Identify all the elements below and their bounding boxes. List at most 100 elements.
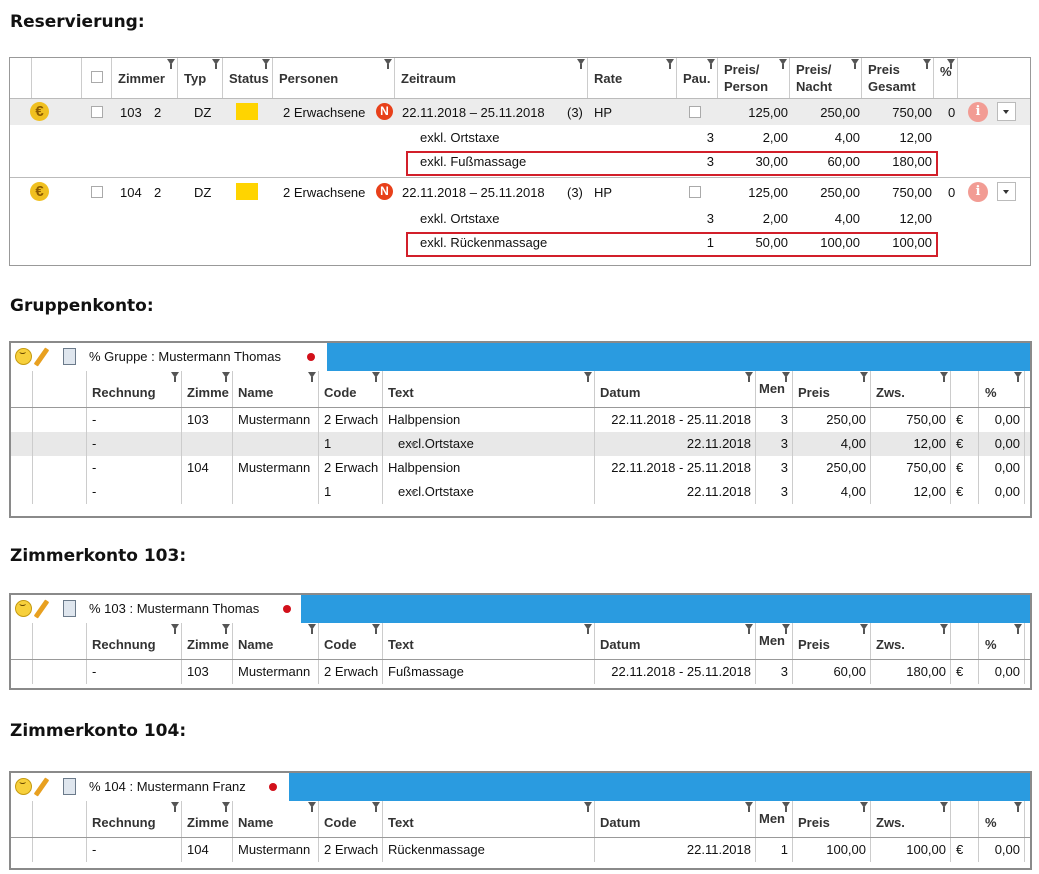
filter-icon[interactable] bbox=[860, 372, 868, 382]
col-pct[interactable]: % bbox=[979, 623, 1025, 659]
smiley-icon[interactable] bbox=[15, 777, 32, 795]
col-zimmer[interactable]: Zimme bbox=[182, 801, 233, 837]
col-preis-person[interactable]: Preis/Person bbox=[718, 58, 790, 98]
col-text[interactable]: Text bbox=[383, 623, 595, 659]
filter-icon[interactable] bbox=[860, 802, 868, 812]
filter-icon[interactable] bbox=[1014, 372, 1022, 382]
pencil-icon[interactable] bbox=[33, 599, 50, 619]
filter-icon[interactable] bbox=[584, 372, 592, 382]
booking-row[interactable]: € 104 2 DZ 2 Erwachsene N 22.11.2018 – 2… bbox=[10, 179, 1030, 205]
col-datum[interactable]: Datum bbox=[595, 371, 756, 407]
col-status[interactable]: Status bbox=[223, 58, 273, 98]
filter-icon[interactable] bbox=[851, 59, 859, 69]
filter-icon[interactable] bbox=[860, 624, 868, 634]
col-zimmer[interactable]: Zimme bbox=[182, 623, 233, 659]
filter-icon[interactable] bbox=[372, 624, 380, 634]
booking-checkbox[interactable] bbox=[91, 106, 103, 118]
euro-coin-icon[interactable]: € bbox=[30, 102, 49, 121]
filter-icon[interactable] bbox=[666, 59, 674, 69]
calculator-icon[interactable] bbox=[63, 348, 76, 365]
col-rate[interactable]: Rate bbox=[588, 58, 677, 98]
tab-room-104[interactable]: % 104 : Mustermann Franz bbox=[11, 773, 289, 801]
pauschale-checkbox[interactable] bbox=[689, 186, 701, 198]
col-text[interactable]: Text bbox=[383, 371, 595, 407]
booking-checkbox[interactable] bbox=[91, 186, 103, 198]
col-datum[interactable]: Datum bbox=[595, 801, 756, 837]
col-preis-gesamt[interactable]: Preis Gesamt bbox=[862, 58, 934, 98]
pencil-icon[interactable] bbox=[33, 777, 50, 797]
tab-group-account[interactable]: % Gruppe : Mustermann Thomas bbox=[11, 343, 327, 371]
col-typ[interactable]: Typ bbox=[178, 58, 223, 98]
filter-icon[interactable] bbox=[745, 372, 753, 382]
info-icon[interactable]: i bbox=[968, 102, 988, 122]
col-personen[interactable]: Personen bbox=[273, 58, 395, 98]
filter-icon[interactable] bbox=[212, 59, 220, 69]
col-rechnung[interactable]: Rechnung bbox=[87, 371, 182, 407]
filter-icon[interactable] bbox=[222, 624, 230, 634]
chevron-down-icon[interactable] bbox=[997, 102, 1016, 121]
col-pct[interactable]: % bbox=[979, 371, 1025, 407]
pauschale-checkbox[interactable] bbox=[689, 106, 701, 118]
col-pct[interactable]: % bbox=[979, 801, 1025, 837]
filter-icon[interactable] bbox=[577, 59, 585, 69]
filter-icon[interactable] bbox=[171, 372, 179, 382]
booking-row[interactable]: € 103 2 DZ 2 Erwachsene N 22.11.2018 – 2… bbox=[10, 99, 1030, 125]
col-zimmer[interactable]: Zimme bbox=[182, 371, 233, 407]
table-row[interactable]: -103 Mustermann 2 Erwach Fußmassage 22.11.20… bbox=[11, 660, 1030, 684]
calculator-icon[interactable] bbox=[63, 600, 76, 617]
col-name[interactable]: Name bbox=[233, 371, 319, 407]
col-name[interactable]: Name bbox=[233, 801, 319, 837]
filter-icon[interactable] bbox=[745, 624, 753, 634]
col-preis[interactable]: Preis bbox=[793, 371, 871, 407]
col-zws[interactable]: Zws. bbox=[871, 623, 951, 659]
col-code[interactable]: Code bbox=[319, 801, 383, 837]
chevron-down-icon[interactable] bbox=[997, 182, 1016, 201]
col-menge[interactable]: Men bbox=[756, 801, 793, 837]
col-menge[interactable]: Men bbox=[756, 371, 793, 407]
filter-icon[interactable] bbox=[171, 802, 179, 812]
col-name[interactable]: Name bbox=[233, 623, 319, 659]
filter-icon[interactable] bbox=[262, 59, 270, 69]
filter-icon[interactable] bbox=[940, 802, 948, 812]
col-datum[interactable]: Datum bbox=[595, 623, 756, 659]
info-icon[interactable]: i bbox=[968, 182, 988, 202]
chevron-down-icon[interactable]: ▼ bbox=[409, 488, 418, 498]
chevron-down-icon[interactable]: ▼ bbox=[409, 440, 418, 450]
col-zws[interactable]: Zws. bbox=[871, 371, 951, 407]
table-row[interactable]: - 1 excl. ▼ Ortstaxe 22.11.2018 3 4,00 12,00 €0,0… bbox=[11, 480, 1030, 504]
col-menge[interactable]: Men bbox=[756, 623, 793, 659]
filter-icon[interactable] bbox=[1014, 624, 1022, 634]
col-text[interactable]: Text bbox=[383, 801, 595, 837]
col-preis[interactable]: Preis bbox=[793, 801, 871, 837]
table-row[interactable]: -104 Mustermann 2 Erwach Halbpension 22.11.2… bbox=[11, 456, 1030, 480]
col-rechnung[interactable]: Rechnung bbox=[87, 623, 182, 659]
notice-badge[interactable]: N bbox=[376, 183, 393, 200]
tab-room-103[interactable]: % 103 : Mustermann Thomas bbox=[11, 595, 301, 623]
filter-icon[interactable] bbox=[923, 59, 931, 69]
filter-icon[interactable] bbox=[940, 372, 948, 382]
col-code[interactable]: Code bbox=[319, 371, 383, 407]
col-preis[interactable]: Preis bbox=[793, 623, 871, 659]
filter-icon[interactable] bbox=[222, 372, 230, 382]
filter-icon[interactable] bbox=[782, 624, 790, 634]
filter-icon[interactable] bbox=[372, 802, 380, 812]
filter-icon[interactable] bbox=[707, 59, 715, 69]
col-preis-nacht[interactable]: Preis/Nacht bbox=[790, 58, 862, 98]
pencil-icon[interactable] bbox=[33, 347, 50, 367]
filter-icon[interactable] bbox=[171, 624, 179, 634]
col-zeitraum[interactable]: Zeitraum bbox=[395, 58, 588, 98]
table-row[interactable]: -103 Mustermann 2 Erwach Halbpension 22.11.2… bbox=[11, 408, 1030, 432]
euro-coin-icon[interactable]: € bbox=[30, 182, 49, 201]
calculator-icon[interactable] bbox=[63, 778, 76, 795]
table-row[interactable]: -104 Mustermann 2 Erwach Rückenmassage 22.11… bbox=[11, 838, 1030, 862]
filter-icon[interactable] bbox=[782, 802, 790, 812]
col-zimmer[interactable]: Zimmer bbox=[112, 58, 178, 98]
filter-icon[interactable] bbox=[1014, 802, 1022, 812]
filter-icon[interactable] bbox=[779, 59, 787, 69]
table-row[interactable]: - 1 excl. ▼ Ortstaxe 22.11.2018 3 4,00 12,00 €0,0… bbox=[11, 432, 1030, 456]
notice-badge[interactable]: N bbox=[376, 103, 393, 120]
select-all-checkbox[interactable] bbox=[91, 71, 103, 83]
smiley-icon[interactable] bbox=[15, 599, 32, 617]
filter-icon[interactable] bbox=[947, 59, 955, 69]
filter-icon[interactable] bbox=[384, 59, 392, 69]
